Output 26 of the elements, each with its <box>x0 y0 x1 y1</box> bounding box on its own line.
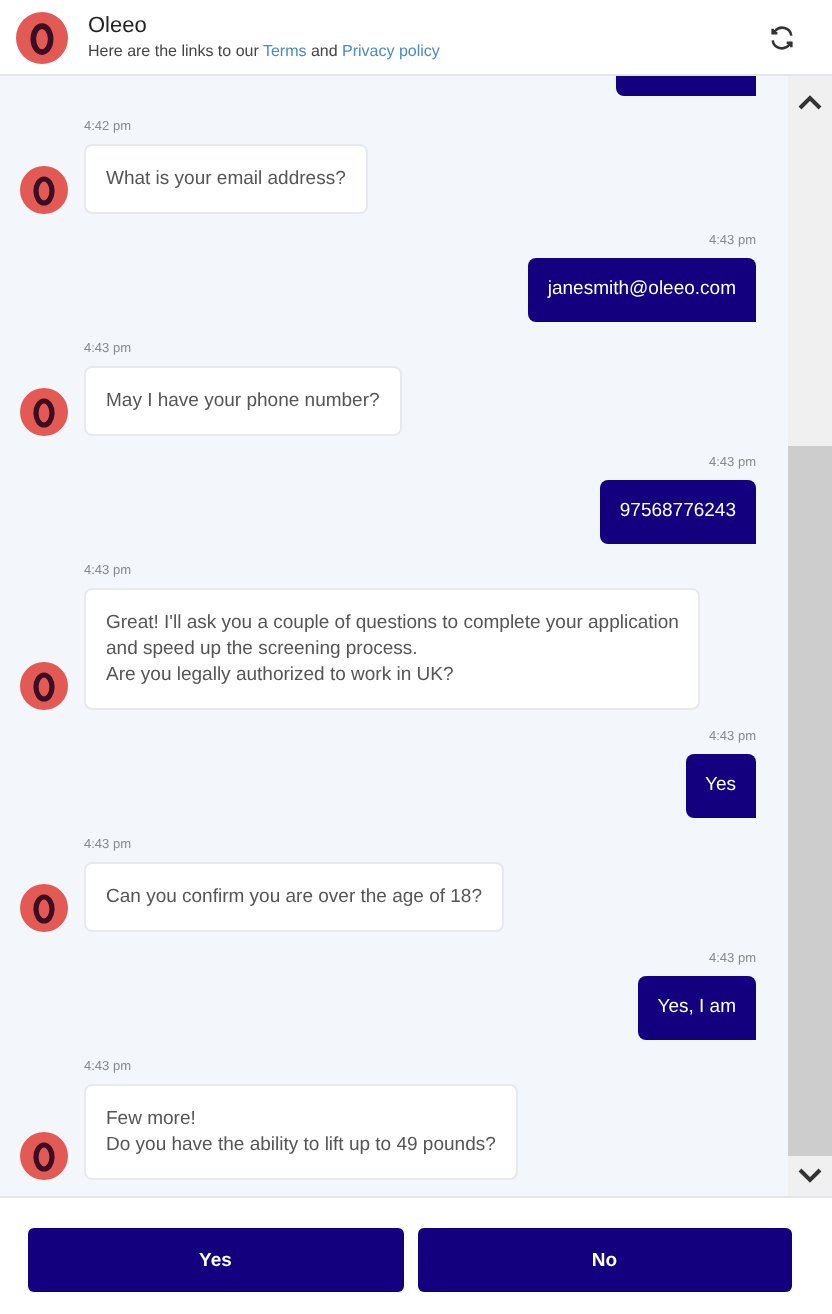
bot-message: May I have your phone number? <box>84 366 402 436</box>
scrollbar[interactable] <box>788 76 832 1196</box>
logo-icon <box>20 388 68 436</box>
logo-icon <box>16 11 68 63</box>
bot-message: Few more! Do you have the ability to lift up to 49 pounds? <box>84 1084 518 1180</box>
reply-button[interactable]: Yes <box>28 1228 403 1292</box>
logo-icon <box>20 662 68 710</box>
user-message: janesmith@oleeo.com <box>527 258 756 322</box>
reply-button[interactable]: No <box>417 1228 792 1292</box>
bot-message: Great! I'll ask you a couple of questions to complete your application and speed up the screening process. Are you legally authorized to work in UK? <box>84 588 701 710</box>
policy-link[interactable]: Privacy policy <box>342 42 440 60</box>
logo-icon <box>20 884 68 932</box>
policy-link[interactable]: Terms <box>262 42 307 60</box>
scroll-down-icon[interactable] <box>798 1168 822 1184</box>
logo-icon <box>20 166 68 214</box>
user-message: 97568776243 <box>599 480 756 544</box>
logo-icon <box>20 1132 68 1180</box>
bot-name: Oleeo <box>88 14 149 38</box>
refresh-icon[interactable] <box>768 23 796 51</box>
bot-message: Can you confirm you are over the age of 18? <box>84 862 505 932</box>
scroll-thumb[interactable] <box>788 446 832 1156</box>
links-text: Here are the links to our Terms and Privacy policy <box>88 42 442 60</box>
scroll-up-icon[interactable] <box>798 94 822 110</box>
bot-message: What is your email address? <box>84 144 368 214</box>
user-message: Yes, I am <box>637 976 756 1040</box>
user-message: Yes <box>685 754 756 818</box>
